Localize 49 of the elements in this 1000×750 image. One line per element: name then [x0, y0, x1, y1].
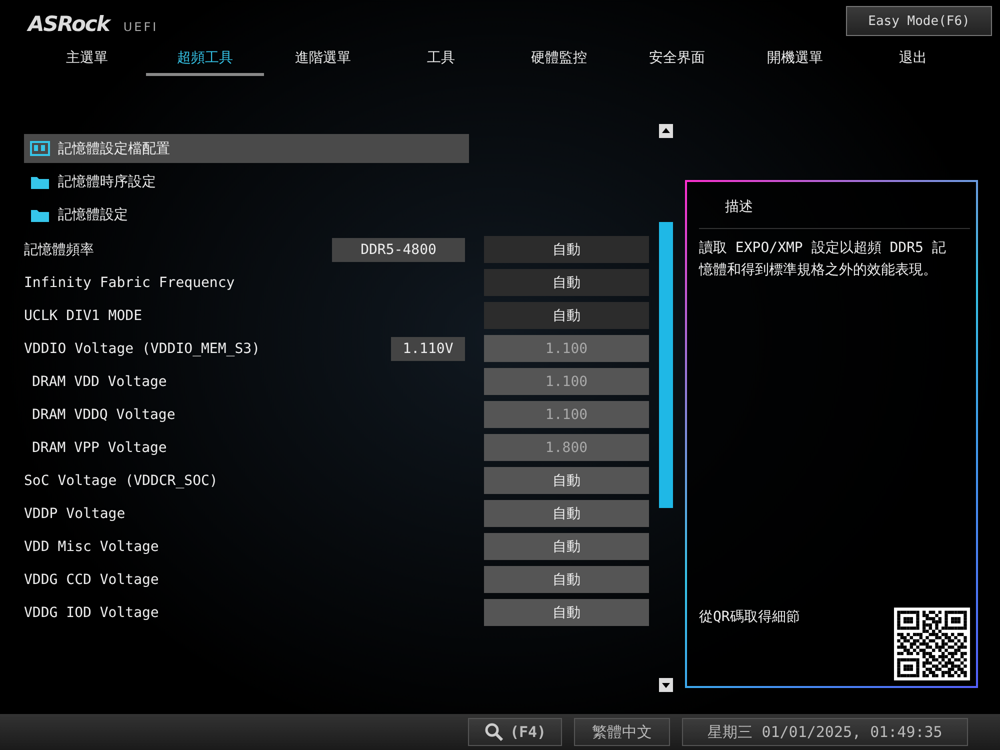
- setting-label: UCLK DIV1 MODE: [24, 308, 144, 324]
- current-reading: 1.110V: [391, 336, 465, 360]
- setting-value[interactable]: 自動: [484, 236, 649, 263]
- menu-tab[interactable]: 退出: [854, 42, 972, 76]
- product-label: UEFI: [123, 20, 158, 34]
- submenu-item[interactable]: 記憶體時序設定: [24, 167, 469, 196]
- setting-label: SoC Voltage (VDDCR_SOC): [24, 472, 219, 488]
- date-time: 星期三 01/01/2025, 01:49:35: [682, 718, 968, 746]
- setting-value[interactable]: 自動: [484, 302, 649, 329]
- setting-value[interactable]: 自動: [484, 533, 649, 560]
- setting-label: VDDG IOD Voltage: [24, 604, 160, 620]
- setting-label: VDDG CCD Voltage: [24, 572, 160, 588]
- panel-title: 描述: [699, 182, 970, 229]
- setting-value[interactable]: 自動: [484, 566, 649, 593]
- search-icon: [484, 722, 504, 742]
- submenu-item[interactable]: 記憶體設定: [24, 200, 469, 229]
- scroll-up-icon[interactable]: [659, 124, 673, 138]
- menu-tab[interactable]: 進階選單: [264, 42, 382, 76]
- menu-tab[interactable]: 硬體監控: [500, 42, 618, 76]
- menu-tab[interactable]: 主選單: [28, 42, 146, 76]
- menu-tab[interactable]: 開機選單: [736, 42, 854, 76]
- setting-label: Infinity Fabric Frequency: [24, 274, 236, 290]
- menu-tab[interactable]: 工具: [382, 42, 500, 76]
- easy-mode-button[interactable]: Easy Mode(F6): [846, 6, 992, 36]
- memory-module-icon: [30, 140, 50, 156]
- setting-label: VDD Misc Voltage: [24, 538, 160, 554]
- setting-label: VDDP Voltage: [24, 506, 126, 522]
- language-button[interactable]: 繁體中文: [574, 718, 670, 746]
- setting-value[interactable]: 自動: [484, 500, 649, 527]
- submenu-item[interactable]: 記憶體設定檔配置: [24, 134, 469, 163]
- current-reading: DDR5-4800: [332, 238, 465, 262]
- setting-value[interactable]: 自動: [484, 467, 649, 494]
- setting-label: DRAM VDDQ Voltage: [31, 406, 176, 422]
- menu-tab[interactable]: 超頻工具: [146, 42, 264, 76]
- logo: ASRock: [28, 12, 110, 36]
- setting-label: DRAM VPP Voltage: [31, 440, 168, 456]
- description-text: 讀取 EXPO/XMP 設定以超頻 DDR5 記憶體和得到標準規格之外的效能表現。: [699, 239, 947, 280]
- menu-tab[interactable]: 安全界面: [618, 42, 736, 76]
- setting-label: 記憶體頻率: [24, 240, 95, 258]
- qr-caption: 從QR碼取得細節: [699, 608, 800, 626]
- search-button[interactable]: (F4): [468, 718, 562, 746]
- shortcut-key: (F4): [510, 723, 546, 741]
- setting-label: VDDIO Voltage (VDDIO_MEM_S3): [24, 340, 262, 356]
- setting-label: DRAM VDD Voltage: [31, 374, 168, 390]
- setting-value[interactable]: 自動: [484, 269, 649, 296]
- scrollbar[interactable]: [659, 124, 673, 692]
- setting-value[interactable]: 自動: [484, 599, 649, 626]
- qr-code-icon: [894, 606, 970, 682]
- scroll-down-icon[interactable]: [659, 678, 673, 692]
